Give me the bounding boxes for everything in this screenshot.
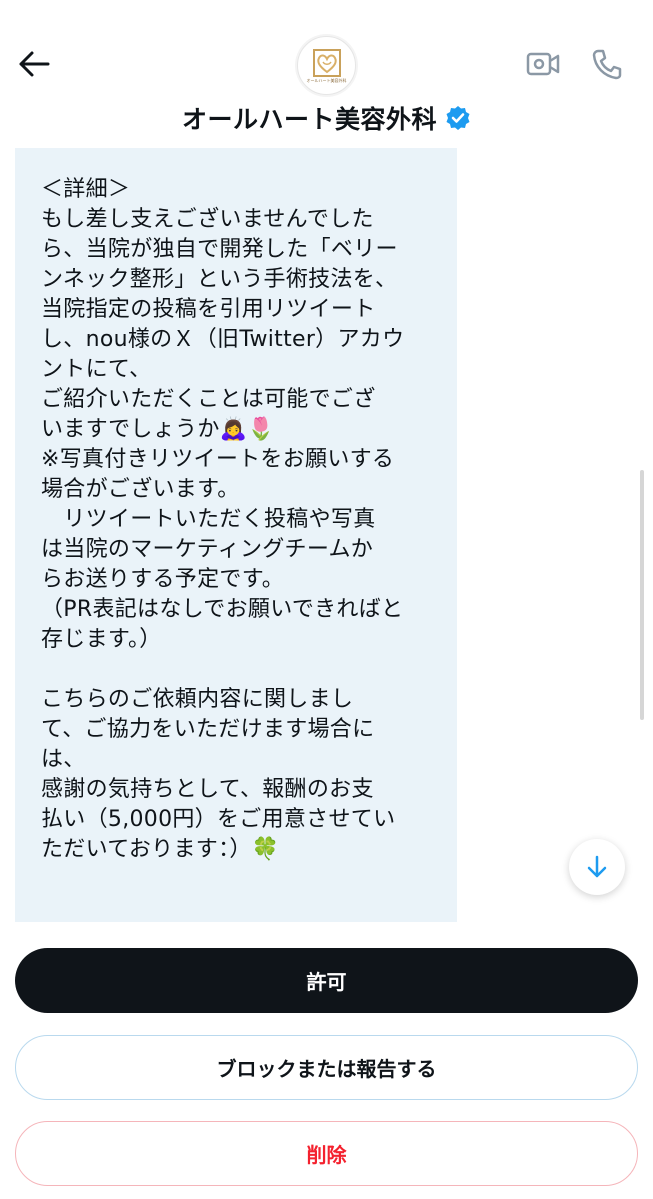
- video-call-button[interactable]: [524, 44, 562, 84]
- avatar[interactable]: オールハート美容外科: [297, 36, 356, 95]
- delete-button[interactable]: 削除: [15, 1121, 638, 1186]
- verified-badge-icon: [445, 105, 471, 131]
- title-row: オールハート美容外科: [0, 100, 653, 136]
- avatar-logo-text: オールハート美容外科: [306, 78, 347, 83]
- video-camera-icon: [526, 52, 560, 76]
- arrow-down-icon: [587, 855, 607, 878]
- phone-icon: [592, 49, 622, 80]
- allow-button[interactable]: 許可: [15, 948, 638, 1013]
- block-or-report-button[interactable]: ブロックまたは報告する: [15, 1035, 638, 1100]
- message-text: ＜詳細＞ もし差し支えございませんでした ら、当院が独自で開発した「ベリー ンネ…: [41, 177, 405, 862]
- scroll-to-bottom-button[interactable]: [569, 839, 625, 895]
- audio-call-button[interactable]: [588, 44, 626, 84]
- arrow-left-icon: [19, 51, 50, 77]
- scrollbar[interactable]: [640, 470, 644, 720]
- heart-logo-icon: [312, 49, 341, 77]
- page-title: オールハート美容外科: [181, 105, 437, 134]
- back-button[interactable]: [14, 44, 54, 84]
- conversation-header: オールハート美容外科 オールハート美容外科: [0, 0, 653, 148]
